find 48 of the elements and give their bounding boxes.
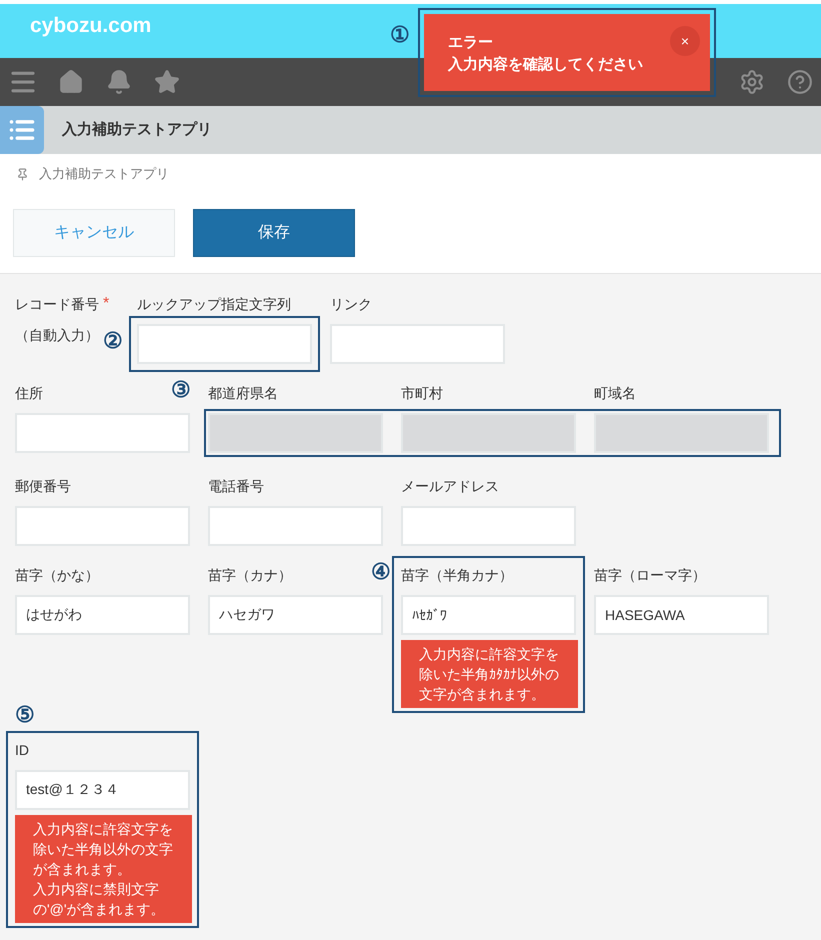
save-button[interactable]: 保存 xyxy=(193,209,355,257)
breadcrumb-link[interactable]: 入力補助テストアプリ xyxy=(39,164,169,184)
field-label: 町域名 xyxy=(594,384,636,402)
text-field[interactable] xyxy=(15,413,190,453)
field-label: レコード番号 xyxy=(15,294,99,314)
field-label: メールアドレス xyxy=(401,476,499,496)
home-icon[interactable] xyxy=(58,69,84,95)
field-label: リンク xyxy=(330,294,372,314)
annotation-number: ② xyxy=(103,330,123,352)
text-field[interactable] xyxy=(137,324,312,364)
star-icon[interactable] xyxy=(154,69,180,95)
text-field[interactable]: HASEGAWA xyxy=(594,595,769,635)
field-label: 市町村 xyxy=(401,384,443,402)
toast-message: 入力内容を確認してください xyxy=(448,55,644,75)
error-message: 入力内容に許容文字を除いた半角以外の文字が含まれます。 xyxy=(33,820,174,879)
help-icon[interactable] xyxy=(787,69,813,95)
annotation-number: ⑤ xyxy=(15,702,35,727)
field-label: 苗字（かな） xyxy=(15,566,99,584)
text-field[interactable]: ﾊｾｶﾞﾜ xyxy=(401,595,576,635)
field-label: ID xyxy=(15,740,29,760)
text-field[interactable]: test@１２３４ xyxy=(15,770,190,810)
text-field[interactable] xyxy=(15,506,190,546)
auto-input-note: （自動入力） xyxy=(15,327,99,343)
annotation-number: ① xyxy=(390,22,410,47)
field-label: 郵便番号 xyxy=(15,476,71,496)
field-label: 住所 xyxy=(15,384,43,402)
field-label: 苗字（ローマ字） xyxy=(594,566,706,584)
required-mark: * xyxy=(103,294,110,314)
field-label: 電話番号 xyxy=(208,476,264,496)
annotation-number: ④ xyxy=(371,561,391,583)
toast-title: エラー xyxy=(448,33,494,53)
app-title: 入力補助テストアプリ xyxy=(62,120,212,140)
text-field[interactable] xyxy=(208,506,383,546)
settings-icon[interactable] xyxy=(739,69,765,95)
error-message: 入力内容に禁則文字の'@'が含まれます。 xyxy=(33,880,166,919)
text-field[interactable]: はせがわ xyxy=(15,595,190,635)
field-label: ルックアップ指定文字列 xyxy=(137,294,291,314)
error-message: 入力内容に許容文字を除いた半角ｶﾀｶﾅ以外の文字が含まれます。 xyxy=(419,645,560,704)
bell-icon[interactable] xyxy=(106,69,132,95)
text-field[interactable] xyxy=(401,506,576,546)
field-label: 苗字（半角カナ） xyxy=(401,566,513,584)
pin-icon xyxy=(16,168,29,180)
annotation-number: ③ xyxy=(171,379,191,401)
field-label: 都道府県名 xyxy=(208,384,278,402)
text-field[interactable]: ハセガワ xyxy=(208,595,383,635)
field-label: 苗字（カナ） xyxy=(208,566,292,584)
text-field[interactable] xyxy=(330,324,505,364)
close-button[interactable]: × xyxy=(670,26,700,56)
